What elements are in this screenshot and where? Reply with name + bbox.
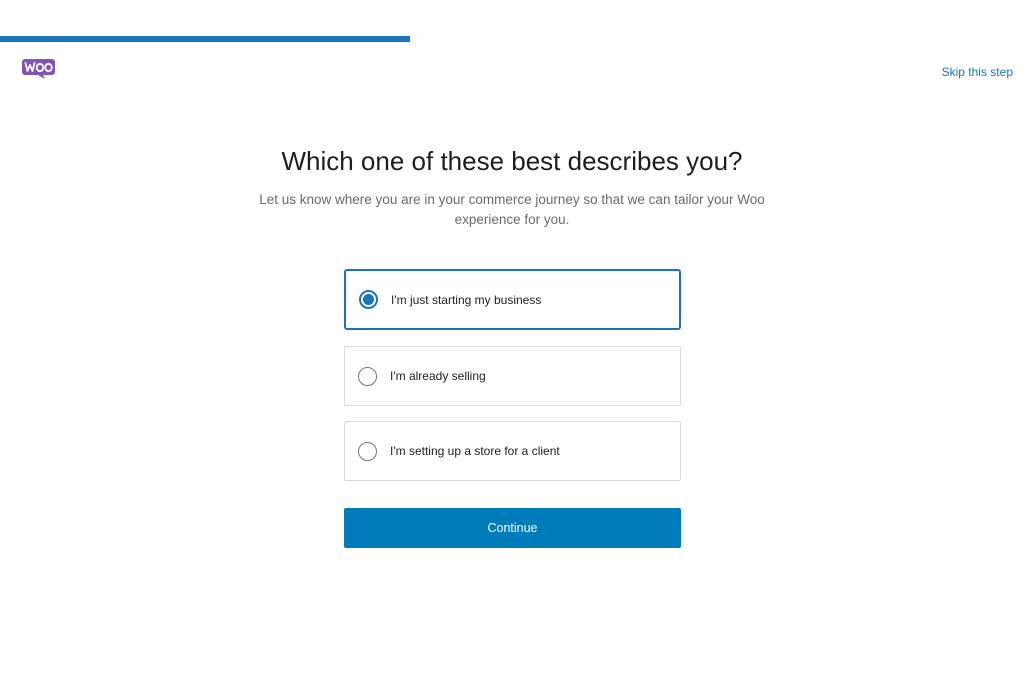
business-stage-options: I'm just starting my business I'm alread… [344,269,681,497]
option-label: I'm just starting my business [391,292,542,307]
onboarding-page: Skip this step Which one of these best d… [0,0,1024,695]
option-store-for-client[interactable]: I'm setting up a store for a client [344,421,681,481]
skip-step-link[interactable]: Skip this step [942,65,1013,79]
option-already-selling[interactable]: I'm already selling [344,346,681,406]
continue-button[interactable]: Continue [344,508,681,548]
radio-unselected[interactable] [358,441,377,461]
woo-logo [22,59,55,79]
option-label: I'm setting up a store for a client [390,444,560,458]
option-just-starting[interactable]: I'm just starting my business [344,269,681,330]
progress-bar [0,36,1024,42]
radio-selected[interactable] [359,290,378,309]
radio-unselected[interactable] [358,366,377,386]
option-label: I'm already selling [390,369,486,383]
radio-dot [363,294,374,305]
progress-bar-fill [0,36,410,42]
page-subtitle: Let us know where you are in your commer… [259,192,765,227]
page-title: Which one of these best describes you? [281,146,743,176]
